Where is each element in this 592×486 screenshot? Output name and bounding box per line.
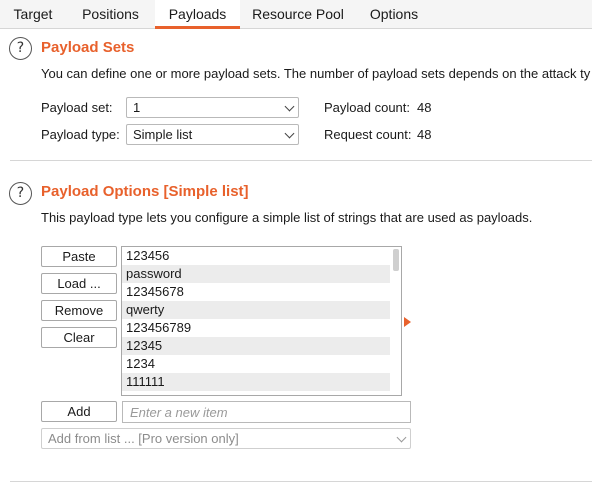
list-scrollbar[interactable]: [393, 249, 399, 271]
request-count-value: 48: [417, 127, 432, 142]
payload-options-description: This payload type lets you configure a s…: [41, 210, 533, 225]
payload-sets-help-icon[interactable]: ?: [9, 37, 32, 60]
payload-count-value: 48: [417, 100, 432, 115]
payload-options-title: Payload Options [Simple list]: [41, 183, 249, 200]
new-item-input[interactable]: [122, 401, 411, 423]
payload-set-value: 1: [133, 100, 141, 115]
payload-type-label: Payload type:: [41, 127, 120, 142]
list-item[interactable]: 1234567: [122, 391, 390, 395]
tab-target[interactable]: Target: [0, 0, 66, 29]
payload-count-label: Payload count:: [324, 100, 411, 115]
payload-list[interactable]: 123456 password 12345678 qwerty 12345678…: [121, 246, 402, 396]
payload-sets-description: You can define one or more payload sets.…: [41, 66, 591, 81]
clear-button[interactable]: Clear: [41, 327, 117, 348]
add-from-list-select: Add from list ... [Pro version only]: [41, 428, 411, 449]
payload-options-help-icon[interactable]: ?: [9, 182, 32, 205]
payload-set-select[interactable]: 1: [126, 97, 299, 118]
request-count-label: Request count:: [324, 127, 412, 142]
tab-options[interactable]: Options: [356, 0, 432, 29]
tab-resource-pool[interactable]: Resource Pool: [240, 0, 356, 29]
list-item[interactable]: qwerty: [122, 301, 390, 319]
list-item[interactable]: 111111: [122, 373, 390, 391]
load-button[interactable]: Load ...: [41, 273, 117, 294]
chevron-down-icon: [284, 128, 295, 139]
chevron-down-icon: [396, 432, 407, 443]
list-item[interactable]: 123456: [122, 247, 390, 265]
payload-set-label: Payload set:: [41, 100, 113, 115]
section-divider: [10, 481, 592, 482]
list-item[interactable]: 12345678: [122, 283, 390, 301]
list-item[interactable]: password: [122, 265, 390, 283]
add-from-list-label: Add from list ... [Pro version only]: [48, 431, 239, 446]
remove-button[interactable]: Remove: [41, 300, 117, 321]
tab-bar: Target Positions Payloads Resource Pool …: [0, 0, 592, 30]
list-item[interactable]: 123456789: [122, 319, 390, 337]
list-item[interactable]: 1234: [122, 355, 390, 373]
tab-payloads[interactable]: Payloads: [155, 0, 240, 30]
add-button[interactable]: Add: [41, 401, 117, 422]
payload-sets-title: Payload Sets: [41, 39, 135, 56]
triangle-right-icon: [404, 317, 411, 327]
tab-positions[interactable]: Positions: [66, 0, 155, 29]
paste-button[interactable]: Paste: [41, 246, 117, 267]
payload-type-value: Simple list: [133, 127, 193, 142]
section-divider: [10, 160, 592, 161]
payload-type-select[interactable]: Simple list: [126, 124, 299, 145]
chevron-down-icon: [284, 101, 295, 112]
list-item[interactable]: 12345: [122, 337, 390, 355]
